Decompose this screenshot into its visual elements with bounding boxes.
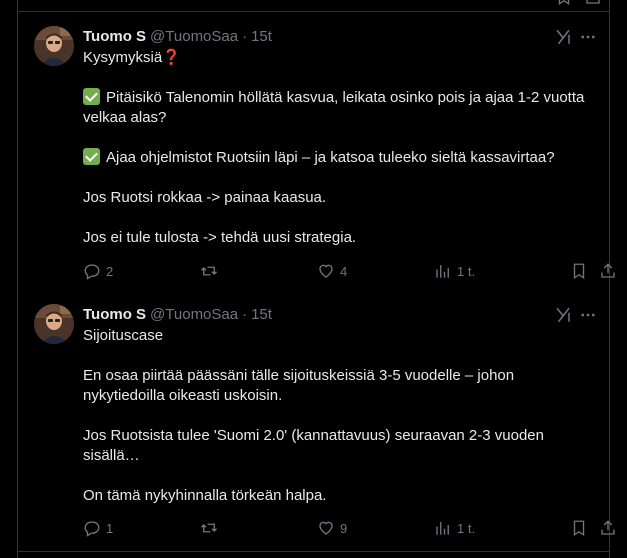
- reply-icon: [84, 521, 100, 537]
- bookmark-button[interactable]: [570, 518, 588, 538]
- author-handle[interactable]: @TuomoSaa: [150, 28, 238, 45]
- bookmark-button[interactable]: [570, 261, 588, 281]
- views-icon: [436, 265, 449, 278]
- repost-icon: [201, 523, 217, 533]
- tweet-text: Sijoituscase En osaa piirtää päässäni tä…: [83, 326, 593, 506]
- reply-icon: [84, 264, 100, 280]
- author-name[interactable]: Tuomo S: [83, 28, 146, 45]
- bookmark-icon: [573, 263, 585, 280]
- grok-icon[interactable]: [554, 28, 572, 46]
- tweet[interactable]: Tuomo S @TuomoSaa · 15t Sijoituscase En …: [18, 290, 615, 550]
- tweet-line: Kysymyksiä❓: [83, 49, 181, 66]
- previous-tweet-actions: [18, 0, 609, 8]
- timestamp[interactable]: 15t: [251, 306, 272, 323]
- views-icon: [436, 522, 449, 535]
- tweet-header: Tuomo S @TuomoSaa · 15t: [83, 26, 597, 46]
- more-icon[interactable]: [579, 306, 597, 324]
- tweet-text: Kysymyksiä❓ Pitäisikö Talenomin höllätä …: [83, 48, 593, 248]
- tweet-line: Ajaa ohjelmistot Ruotsiin läpi – ja kats…: [83, 148, 593, 168]
- question-emoji: ❓: [162, 49, 181, 66]
- views-button[interactable]: 1 t.: [434, 261, 475, 281]
- like-button[interactable]: 4: [317, 261, 347, 281]
- more-icon[interactable]: [579, 28, 597, 46]
- tweet-line: Jos Ruotsista tulee 'Suomi 2.0' (kannatt…: [83, 427, 544, 444]
- tweet-line: Sijoituscase: [83, 327, 164, 344]
- separator-dot: ·: [242, 305, 248, 323]
- like-count: 4: [340, 263, 348, 279]
- tweet-header: Tuomo S @TuomoSaa · 15t: [83, 304, 597, 324]
- tweet-line: nykytiedoilla oikeasti uskoisin.: [83, 387, 283, 404]
- tweet[interactable]: Tuomo S @TuomoSaa · 15t Kysymyksiä❓ Pitä…: [18, 12, 615, 299]
- repost-button[interactable]: [200, 261, 223, 281]
- views-button[interactable]: 1 t.: [434, 518, 475, 538]
- tweet-line: velkaa alas?: [83, 109, 167, 126]
- like-button[interactable]: 9: [317, 518, 347, 538]
- reply-count: 2: [106, 263, 114, 279]
- bookmark-icon: [573, 520, 585, 537]
- author-handle[interactable]: @TuomoSaa: [150, 306, 238, 323]
- tweet-line: Pitäisikö Talenomin höllätä kasvua, leik…: [83, 88, 593, 108]
- separator-dot: ·: [242, 27, 248, 45]
- share-button[interactable]: [599, 518, 617, 538]
- tweet-actions: 2 4 1 t.: [83, 261, 615, 281]
- tweet-line: On tämä nykyhinnalla törkeän halpa.: [83, 487, 327, 504]
- timestamp[interactable]: 15t: [251, 28, 272, 45]
- reply-button[interactable]: 2: [83, 261, 113, 281]
- tweet-actions: 1 9 1 t.: [83, 518, 615, 538]
- tweet-line: En osaa piirtää päässäni tälle sijoitusk…: [83, 367, 515, 384]
- avatar[interactable]: [34, 26, 74, 66]
- tweet-line: Jos Ruotsi rokkaa -> painaa kaasua.: [83, 189, 327, 206]
- tweet-line: sisällä…: [83, 447, 140, 464]
- check-emoji-icon: [83, 88, 100, 105]
- reply-button[interactable]: 1: [83, 518, 113, 538]
- divider: [18, 551, 609, 552]
- heart-icon: [319, 521, 333, 535]
- like-count: 9: [340, 520, 348, 536]
- bookmark-icon[interactable]: [555, 0, 573, 6]
- share-icon: [601, 263, 615, 278]
- share-icon[interactable]: [584, 0, 602, 6]
- tweet-line: Jos ei tule tulosta -> tehdä uusi strate…: [83, 229, 357, 246]
- share-icon: [601, 520, 615, 535]
- repost-button[interactable]: [200, 518, 223, 538]
- avatar[interactable]: [34, 304, 74, 344]
- heart-icon: [319, 264, 333, 278]
- views-count: 1 t.: [457, 520, 476, 536]
- timeline-column: Tuomo S @TuomoSaa · 15t Kysymyksiä❓ Pitä…: [17, 0, 615, 558]
- views-count: 1 t.: [457, 263, 476, 279]
- grok-icon[interactable]: [554, 306, 572, 324]
- reply-count: 1: [106, 520, 114, 536]
- repost-icon: [201, 266, 217, 276]
- check-emoji-icon: [83, 148, 100, 165]
- author-name[interactable]: Tuomo S: [83, 306, 146, 323]
- share-button[interactable]: [599, 261, 617, 281]
